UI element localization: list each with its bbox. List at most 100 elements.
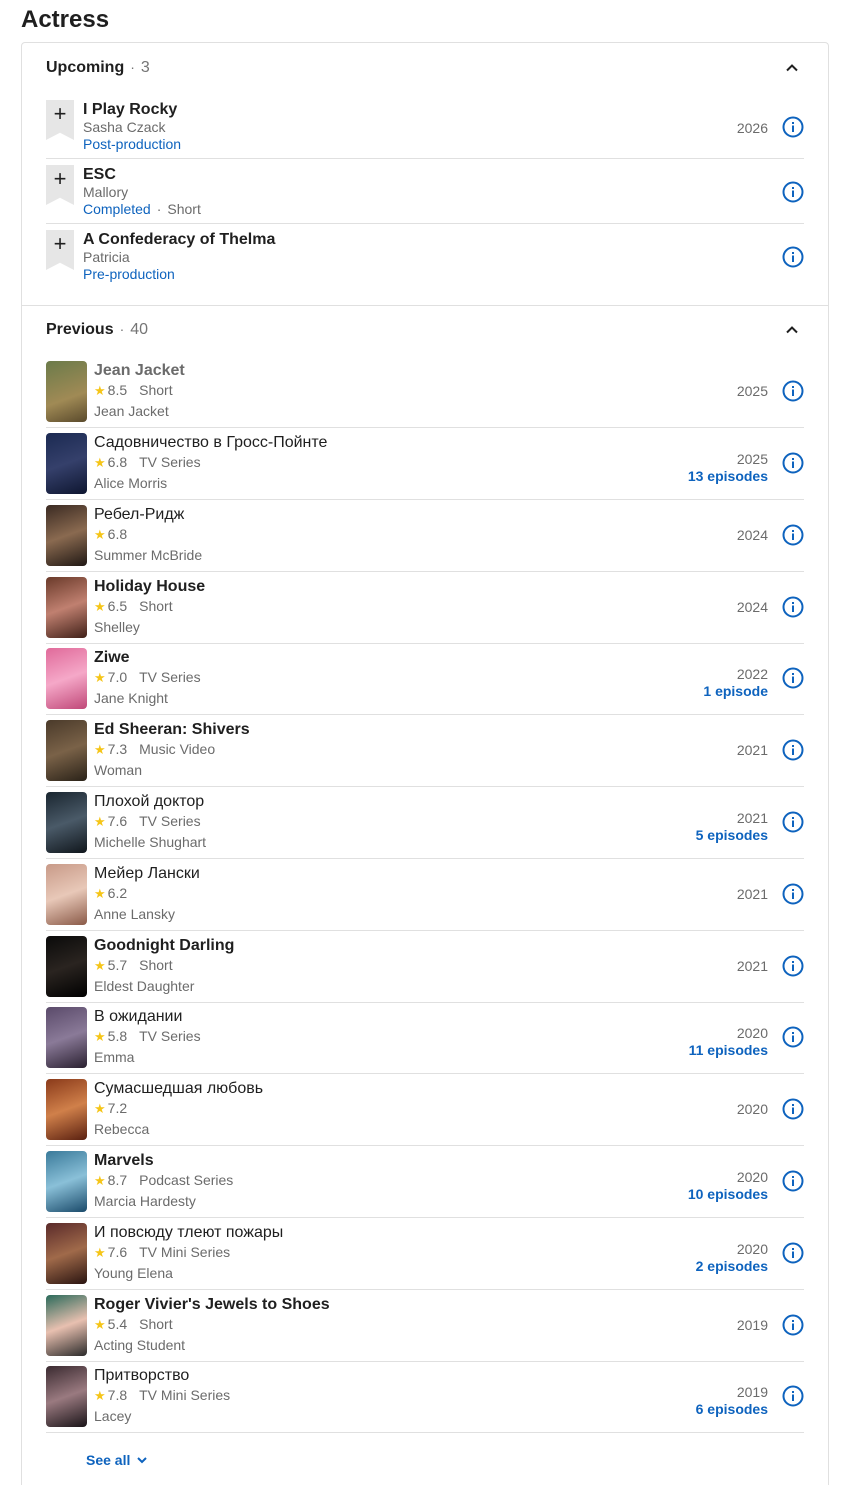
poster-image[interactable] — [46, 936, 87, 997]
info-icon[interactable] — [782, 181, 804, 203]
title-link[interactable]: Ребел-Ридж — [94, 505, 202, 524]
production-status-line: Completed · Short — [83, 201, 201, 218]
year-episodes: 2024 — [737, 599, 768, 616]
poster-image[interactable] — [46, 1295, 87, 1356]
poster-image[interactable] — [46, 792, 87, 853]
rating-line: ★ 5.8 TV Series — [94, 1026, 201, 1047]
add-to-watchlist-button[interactable]: + — [46, 165, 74, 205]
poster-image[interactable] — [46, 1223, 87, 1284]
poster-image[interactable] — [46, 720, 87, 781]
upcoming-header[interactable]: Upcoming · 3 — [46, 59, 150, 77]
episodes-link[interactable]: 5 episodes — [696, 827, 768, 844]
star-icon: ★ — [94, 455, 106, 470]
title-link[interactable]: I Play Rocky — [83, 100, 181, 119]
poster-image[interactable] — [46, 1151, 87, 1212]
year-episodes: 2020 — [737, 1101, 768, 1118]
rating-line: ★ 6.2 — [94, 883, 200, 904]
title-link[interactable]: Roger Vivier's Jewels to Shoes — [94, 1295, 330, 1314]
info-icon[interactable] — [782, 1170, 804, 1192]
title-link[interactable]: Goodnight Darling — [94, 936, 234, 955]
section-divider — [22, 305, 828, 306]
year-episodes: 2022 1 episode — [703, 666, 768, 700]
star-icon: ★ — [94, 886, 106, 901]
title-link[interactable]: Сумасшедшая любовь — [94, 1079, 263, 1098]
list-item: Ed Sheeran: Shivers ★ 7.3 Music Video Woman 2… — [46, 720, 804, 787]
title-link[interactable]: ESC — [83, 165, 201, 184]
role-name: Michelle Shughart — [94, 834, 207, 850]
episodes-link[interactable]: 2 episodes — [696, 1258, 768, 1275]
add-to-watchlist-button[interactable]: + — [46, 230, 74, 270]
see-all-button[interactable]: See all — [86, 1452, 148, 1468]
title-link[interactable]: Притворство — [94, 1366, 230, 1385]
poster-image[interactable] — [46, 648, 87, 709]
year-episodes: 2024 — [737, 527, 768, 544]
episodes-link[interactable]: 6 episodes — [696, 1401, 768, 1418]
title-link[interactable]: Jean Jacket — [94, 361, 185, 380]
episodes-link[interactable]: 11 episodes — [689, 1042, 768, 1059]
title-link[interactable]: Мейер Лански — [94, 864, 200, 883]
star-icon: ★ — [94, 527, 106, 542]
info-icon[interactable] — [782, 1242, 804, 1264]
year-episodes: 2020 10 episodes — [688, 1169, 768, 1203]
poster-image[interactable] — [46, 361, 87, 422]
rating-value: 5.7 — [107, 957, 128, 973]
info-icon[interactable] — [782, 883, 804, 905]
info-icon[interactable] — [782, 246, 804, 268]
episodes-link[interactable]: 13 episodes — [688, 468, 768, 485]
title-link[interactable]: Ed Sheeran: Shivers — [94, 720, 250, 739]
plus-icon: + — [53, 231, 67, 256]
chevron-up-icon[interactable] — [784, 322, 800, 338]
list-item: Садовничество в Гросс-Пойнте ★ 6.8 TV Serie… — [46, 433, 804, 500]
info-icon[interactable] — [782, 1385, 804, 1407]
info-icon[interactable] — [782, 1026, 804, 1048]
info-icon[interactable] — [782, 1314, 804, 1336]
year: 2025 — [736, 451, 768, 467]
list-item: Holiday House ★ 6.5 Short Shelley 2024 — [46, 577, 804, 644]
info-icon[interactable] — [782, 524, 804, 546]
poster-image[interactable] — [46, 433, 87, 494]
add-to-watchlist-button[interactable]: + — [46, 100, 74, 140]
title-link[interactable]: И повсюду тлеют пожары — [94, 1223, 283, 1242]
title-link[interactable]: Holiday House — [94, 577, 205, 596]
list-item: Сумасшедшая любовь ★ 7.2 Rebecca 2020 — [46, 1079, 804, 1146]
info-icon[interactable] — [782, 116, 804, 138]
title-info: Сумасшедшая любовь ★ 7.2 Rebecca — [94, 1079, 263, 1139]
star-icon: ★ — [94, 1101, 106, 1116]
title-type: TV Series — [139, 669, 201, 685]
info-icon[interactable] — [782, 596, 804, 618]
info-icon[interactable] — [782, 955, 804, 977]
episodes-link[interactable]: 1 episode — [703, 683, 768, 700]
title-link[interactable]: Ziwe — [94, 648, 201, 667]
page-title: Actress — [21, 6, 110, 33]
episodes-link[interactable]: 10 episodes — [688, 1186, 768, 1203]
info-icon[interactable] — [782, 452, 804, 474]
title-link[interactable]: В ожидании — [94, 1007, 201, 1026]
poster-image[interactable] — [46, 505, 87, 566]
poster-image[interactable] — [46, 1366, 87, 1427]
info-icon[interactable] — [782, 811, 804, 833]
role-name: Anne Lansky — [94, 906, 175, 922]
title-info: Roger Vivier's Jewels to Shoes ★ 5.4 Short A… — [94, 1295, 330, 1355]
info-icon[interactable] — [782, 1098, 804, 1120]
poster-image[interactable] — [46, 864, 87, 925]
title-type: Short — [139, 1316, 173, 1332]
rating-value: 8.7 — [107, 1172, 128, 1188]
year-episodes: 2019 6 episodes — [696, 1384, 768, 1418]
title-link[interactable]: Садовничество в Гросс-Пойнте — [94, 433, 327, 452]
rating-line: ★ 5.4 Short — [94, 1314, 330, 1335]
poster-image[interactable] — [46, 1007, 87, 1068]
title-link[interactable]: Плохой доктор — [94, 792, 206, 811]
role-name: Shelley — [94, 619, 140, 635]
info-icon[interactable] — [782, 739, 804, 761]
title-link[interactable]: A Confederacy of Thelma — [83, 230, 275, 249]
title-link[interactable]: Marvels — [94, 1151, 233, 1170]
chevron-up-icon[interactable] — [784, 60, 800, 76]
previous-count: 40 — [130, 321, 149, 338]
poster-image[interactable] — [46, 577, 87, 638]
previous-header[interactable]: Previous · 40 — [46, 321, 148, 339]
info-icon[interactable] — [782, 380, 804, 402]
title-info: Плохой доктор ★ 7.6 TV Series Michelle Shugh… — [94, 792, 206, 852]
info-icon[interactable] — [782, 667, 804, 689]
year-episodes: 2021 — [737, 958, 768, 975]
poster-image[interactable] — [46, 1079, 87, 1140]
